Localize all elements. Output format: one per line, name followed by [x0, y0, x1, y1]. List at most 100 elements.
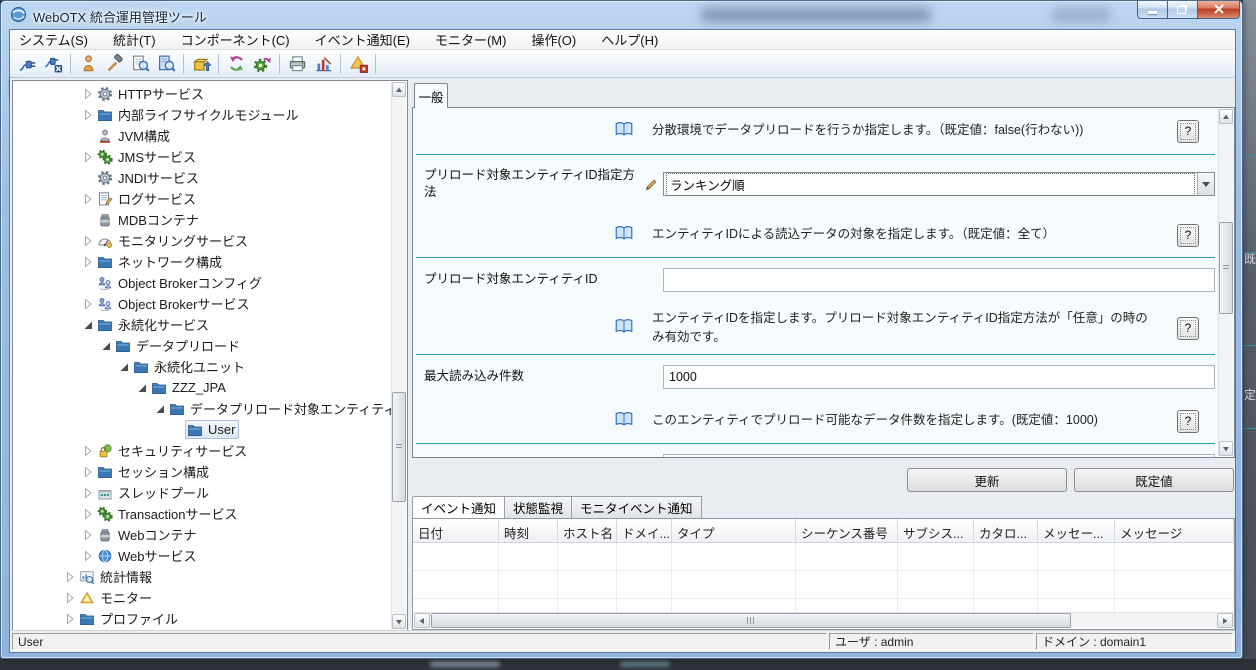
preload-id-method-combobox[interactable]: ランキング順	[663, 172, 1215, 196]
scrollbar-thumb[interactable]	[431, 613, 1071, 628]
tree-item-zzz-jpa[interactable]: ZZZ_JPA	[13, 377, 391, 398]
expand-expanded-icon[interactable]	[135, 381, 149, 395]
tree-item-statistics-info[interactable]: 統計情報	[13, 566, 391, 587]
tree-item-objectbroker-service[interactable]: Object Brokerサービス	[13, 293, 391, 314]
expand-collapsed-icon[interactable]	[81, 549, 95, 563]
tree-item-session-config[interactable]: セッション構成	[13, 461, 391, 482]
tab-monitor-event-notification[interactable]: モニタイベント通知	[572, 496, 702, 519]
expand-collapsed-icon[interactable]	[81, 87, 95, 101]
view-document-blue-icon[interactable]	[153, 52, 179, 76]
expand-collapsed-icon[interactable]	[81, 507, 95, 521]
expand-collapsed-icon[interactable]	[81, 255, 95, 269]
tree-item-objectbroker-config[interactable]: Object Brokerコンフィグ	[13, 272, 391, 293]
expand-collapsed-icon[interactable]	[63, 570, 77, 584]
update-button[interactable]: 更新	[907, 468, 1067, 492]
expand-expanded-icon[interactable]	[81, 318, 95, 332]
help-button[interactable]: ?	[1177, 410, 1199, 433]
tab-event-notification[interactable]: イベント通知	[412, 496, 505, 519]
tree-scrollbar[interactable]	[391, 82, 406, 629]
view-document-icon[interactable]	[127, 52, 153, 76]
expand-collapsed-icon[interactable]	[81, 150, 95, 164]
connect-icon[interactable]	[14, 52, 40, 76]
tab-general[interactable]: 一般	[414, 83, 448, 108]
column-header-host[interactable]: ホスト名	[558, 519, 617, 542]
tree-item-persistence-unit[interactable]: 永続化ユニット	[13, 356, 391, 377]
scroll-down-button[interactable]	[392, 614, 406, 629]
stop-process-icon[interactable]	[75, 52, 101, 76]
menu-statistics[interactable]: 統計(T)	[110, 29, 159, 50]
expand-collapsed-icon[interactable]	[81, 234, 95, 248]
table-horizontal-scrollbar[interactable]	[414, 612, 1233, 628]
tree-item-monitoring-service[interactable]: モニタリングサービス	[13, 230, 391, 251]
help-button[interactable]: ?	[1177, 317, 1199, 340]
disconnect-icon[interactable]	[40, 52, 66, 76]
default-button[interactable]: 既定値	[1074, 468, 1234, 492]
expand-collapsed-icon[interactable]	[63, 591, 77, 605]
tree-item-preload-target-entity[interactable]: データプリロード対象エンティティ	[13, 398, 391, 419]
expand-collapsed-icon[interactable]	[81, 297, 95, 311]
menu-event-notification[interactable]: イベント通知(E)	[312, 29, 413, 50]
menu-help[interactable]: ヘルプ(H)	[598, 29, 661, 50]
column-header-message-id[interactable]: メッセー...	[1038, 519, 1115, 542]
help-button[interactable]: ?	[1177, 120, 1199, 143]
tree-item-mdb-container[interactable]: MDBコンテナ	[13, 209, 391, 230]
refresh-icon[interactable]	[223, 52, 249, 76]
tree-item-http-service[interactable]: HTTPサービス	[13, 83, 391, 104]
tab-status-monitoring[interactable]: 状態監視	[505, 496, 572, 519]
title-bar[interactable]: WebOTX 統合運用管理ツール	[1, 1, 1242, 29]
tree-item-network-config[interactable]: ネットワーク構成	[13, 251, 391, 272]
tree-item-security-service[interactable]: セキュリティサービス	[13, 440, 391, 461]
expand-collapsed-icon[interactable]	[63, 612, 77, 626]
tree-item-jvm-config[interactable]: JVM構成	[13, 125, 391, 146]
tree-item-web-container[interactable]: Webコンテナ	[13, 524, 391, 545]
expand-expanded-icon[interactable]	[117, 360, 131, 374]
column-header-type[interactable]: タイプ	[672, 519, 796, 542]
expand-expanded-icon[interactable]	[99, 339, 113, 353]
deploy-package-icon[interactable]	[188, 52, 214, 76]
combobox-dropdown-button[interactable]	[1197, 173, 1214, 195]
scrollbar-thumb[interactable]	[1219, 222, 1233, 314]
scrollbar-thumb[interactable]	[392, 392, 406, 502]
expand-expanded-icon[interactable]	[153, 402, 167, 416]
minimize-button[interactable]	[1137, 1, 1168, 19]
menu-monitor[interactable]: モニター(M)	[432, 29, 510, 50]
tree-item-jms-service[interactable]: JMSサービス	[13, 146, 391, 167]
column-header-sequence[interactable]: シーケンス番号	[796, 519, 898, 542]
expand-collapsed-icon[interactable]	[81, 528, 95, 542]
column-header-date[interactable]: 日付	[413, 519, 499, 542]
preload-entity-id-input[interactable]	[663, 268, 1215, 292]
scroll-up-button[interactable]	[1219, 109, 1233, 124]
scroll-left-button[interactable]	[414, 613, 430, 628]
expand-collapsed-icon[interactable]	[81, 192, 95, 206]
scroll-down-button[interactable]	[1219, 441, 1233, 456]
scroll-right-button[interactable]	[1217, 613, 1233, 628]
tree-item-persistence-service[interactable]: 永続化サービス	[13, 314, 391, 335]
close-button[interactable]	[1198, 1, 1240, 19]
help-button[interactable]: ?	[1177, 224, 1199, 247]
tree-item-lifecycle-module[interactable]: 内部ライフサイクルモジュール	[13, 104, 391, 125]
expand-collapsed-icon[interactable]	[81, 444, 95, 458]
tree-item-jndi-service[interactable]: JNDIサービス	[13, 167, 391, 188]
expand-collapsed-icon[interactable]	[81, 108, 95, 122]
chart-icon[interactable]	[310, 52, 336, 76]
tree-item-web-service[interactable]: Webサービス	[13, 545, 391, 566]
column-header-subsystem[interactable]: サブシス...	[898, 519, 974, 542]
tree-item-user[interactable]: User	[13, 419, 391, 440]
delay-threshold-input[interactable]	[663, 454, 1215, 457]
tree-item-data-preload[interactable]: データプリロード	[13, 335, 391, 356]
restore-button[interactable]	[1168, 1, 1198, 19]
menu-operation[interactable]: 操作(O)	[528, 29, 579, 50]
expand-collapsed-icon[interactable]	[81, 465, 95, 479]
tree-item-thread-pool[interactable]: スレッドプール	[13, 482, 391, 503]
print-icon[interactable]	[284, 52, 310, 76]
expand-collapsed-icon[interactable]	[81, 486, 95, 500]
column-header-message[interactable]: メッセージ	[1115, 519, 1234, 542]
sync-gear-icon[interactable]	[249, 52, 275, 76]
max-read-count-input[interactable]	[663, 365, 1215, 389]
form-scrollbar[interactable]	[1218, 109, 1233, 456]
tree-item-log-service[interactable]: ログサービス	[13, 188, 391, 209]
tree-item-monitor[interactable]: モニター	[13, 587, 391, 608]
tree-item-transaction-service[interactable]: Transactionサービス	[13, 503, 391, 524]
alert-icon[interactable]	[345, 52, 371, 76]
column-header-time[interactable]: 時刻	[499, 519, 558, 542]
